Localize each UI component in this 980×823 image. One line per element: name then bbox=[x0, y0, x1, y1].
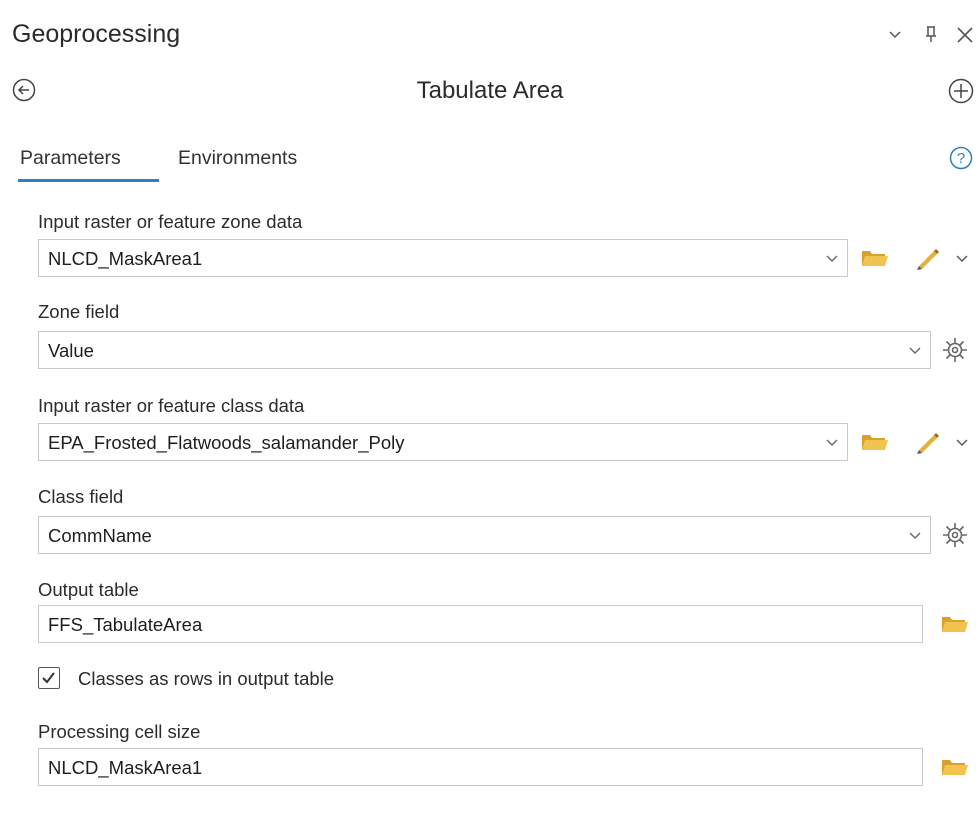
class-field-dropdown[interactable]: CommName bbox=[38, 516, 931, 554]
output-table-input[interactable]: FFS_TabulateArea bbox=[38, 605, 923, 643]
class-data-value: EPA_Frosted_Flatwoods_salamander_Poly bbox=[48, 432, 405, 453]
pin-icon[interactable] bbox=[924, 22, 938, 52]
folder-icon[interactable] bbox=[941, 755, 969, 784]
class-field-value: CommName bbox=[48, 525, 152, 546]
chevron-down-icon[interactable] bbox=[955, 435, 969, 454]
cell-size-value: NLCD_MaskArea1 bbox=[48, 757, 203, 778]
svg-text:?: ? bbox=[957, 150, 965, 167]
zone-data-value: NLCD_MaskArea1 bbox=[48, 248, 203, 269]
checkmark-icon bbox=[42, 672, 55, 684]
folder-icon[interactable] bbox=[941, 612, 969, 641]
chevron-down-icon bbox=[909, 532, 921, 539]
help-icon[interactable]: ? bbox=[949, 146, 973, 170]
tool-title: Tabulate Area bbox=[416, 77, 564, 104]
classes-as-rows-label: Classes as rows in output table bbox=[78, 668, 335, 689]
class-data-label: Input raster or feature class data bbox=[38, 395, 305, 416]
tab-environments[interactable]: Environments bbox=[178, 147, 297, 170]
zone-data-label: Input raster or feature zone data bbox=[38, 211, 303, 232]
chevron-down-icon bbox=[909, 347, 921, 354]
zone-field-dropdown[interactable]: Value bbox=[38, 331, 931, 369]
chevron-down-icon bbox=[826, 439, 838, 446]
pane-menu-chevron-icon[interactable] bbox=[887, 22, 903, 52]
gear-icon[interactable] bbox=[941, 336, 969, 369]
output-table-label: Output table bbox=[38, 579, 139, 600]
output-table-value: FFS_TabulateArea bbox=[48, 614, 203, 635]
pane-title: Geoprocessing bbox=[12, 20, 181, 48]
pencil-icon[interactable] bbox=[914, 430, 940, 459]
active-tab-indicator bbox=[18, 179, 159, 182]
close-icon[interactable] bbox=[955, 22, 975, 52]
class-data-dropdown[interactable]: EPA_Frosted_Flatwoods_salamander_Poly bbox=[38, 423, 848, 461]
zone-field-value: Value bbox=[48, 340, 94, 361]
pencil-icon[interactable] bbox=[914, 246, 940, 275]
classes-as-rows-checkbox[interactable] bbox=[38, 667, 60, 689]
folder-icon[interactable] bbox=[861, 246, 889, 275]
tab-parameters[interactable]: Parameters bbox=[20, 147, 121, 170]
class-field-label: Class field bbox=[38, 486, 124, 507]
gear-icon[interactable] bbox=[941, 521, 969, 554]
zone-data-dropdown[interactable]: NLCD_MaskArea1 bbox=[38, 239, 848, 277]
add-icon[interactable] bbox=[948, 78, 974, 104]
cell-size-input[interactable]: NLCD_MaskArea1 bbox=[38, 748, 923, 786]
chevron-down-icon[interactable] bbox=[955, 251, 969, 270]
cell-size-label: Processing cell size bbox=[38, 721, 201, 742]
chevron-down-icon bbox=[826, 255, 838, 262]
zone-field-label: Zone field bbox=[38, 301, 120, 322]
folder-icon[interactable] bbox=[861, 430, 889, 459]
